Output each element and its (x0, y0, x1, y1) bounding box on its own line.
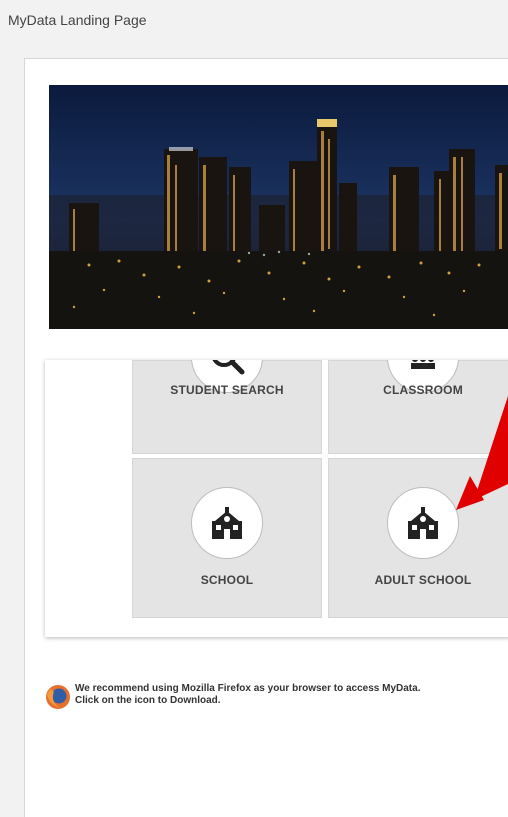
city-skyline-banner (49, 85, 508, 329)
tile-label: ADULT SCHOOL (374, 573, 472, 587)
firefox-icon[interactable] (44, 683, 72, 711)
tile-adult-school[interactable]: ADULT SCHOOL (328, 458, 508, 618)
recommendation-line-2: Click on the icon to Download. (75, 695, 221, 706)
app-tiles-panel: STUDENT SEARCH CLASSROOM SCHOOL ADULT SC… (45, 360, 508, 637)
browser-recommendation: We recommend using Mozilla Firefox as yo… (44, 683, 484, 713)
tile-classroom[interactable]: CLASSROOM (328, 360, 508, 454)
tile-label: SCHOOL (200, 573, 254, 587)
tile-student-search[interactable]: STUDENT SEARCH (132, 360, 322, 454)
recommendation-text: We recommend using Mozilla Firefox as yo… (75, 683, 420, 707)
school-house-icon (387, 487, 459, 559)
tile-label: STUDENT SEARCH (170, 383, 284, 397)
recommendation-line-1: We recommend using Mozilla Firefox as yo… (75, 683, 421, 694)
page-title: MyData Landing Page (8, 12, 147, 28)
tile-label: CLASSROOM (383, 383, 463, 397)
tile-school[interactable]: SCHOOL (132, 458, 322, 618)
school-house-icon (191, 487, 263, 559)
